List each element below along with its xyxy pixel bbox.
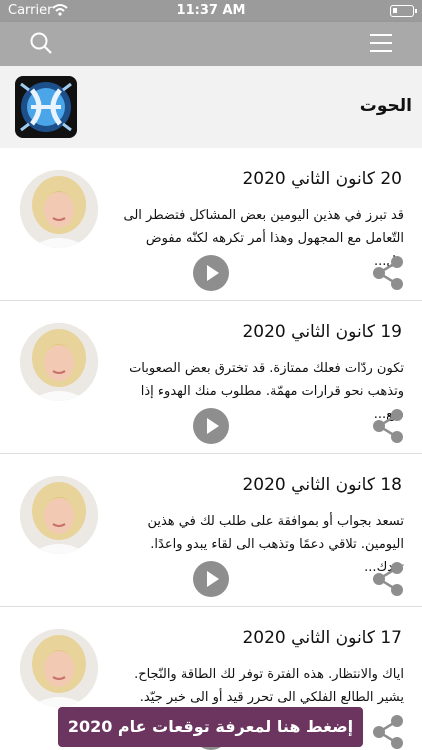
astrologer-avatar — [20, 629, 98, 707]
item-description: قد تبرز في هذين اليومين بعض المشاكل فتضط… — [123, 208, 404, 269]
item-description: تسعد بجواب أو بموافقة على طلب لك في هذين… — [147, 514, 404, 575]
horoscope-list: 20 كانون الثاني 2020 قد تبرز في هذين الي… — [0, 148, 422, 750]
list-item[interactable]: 20 كانون الثاني 2020 قد تبرز في هذين الي… — [0, 148, 422, 301]
sign-title: الحوت — [359, 96, 412, 116]
list-item[interactable]: 19 كانون الثاني 2020 تكون ردّات فعلك ممت… — [0, 301, 422, 454]
hamburger-menu-icon[interactable] — [370, 34, 392, 52]
battery-icon — [390, 5, 417, 17]
item-date: 18 كانون الثاني 2020 — [242, 475, 402, 495]
play-icon[interactable] — [193, 408, 229, 444]
share-icon[interactable] — [370, 254, 406, 292]
forecast-2020-button[interactable]: إضغط هنا لمعرفة توقعات عام 2020 — [58, 707, 363, 747]
share-icon[interactable] — [370, 560, 406, 598]
search-icon[interactable] — [28, 30, 54, 56]
item-date: 20 كانون الثاني 2020 — [242, 169, 402, 189]
astrologer-avatar — [20, 476, 98, 554]
list-item[interactable]: 18 كانون الثاني 2020 تسعد بجواب أو بمواف… — [0, 454, 422, 607]
pisces-sign-icon — [15, 76, 77, 138]
item-date: 19 كانون الثاني 2020 — [242, 322, 402, 342]
item-description: اياك والانتظار. هذه الفترة توفر لك الطاق… — [134, 667, 404, 705]
top-nav-bar — [0, 22, 422, 66]
item-description: تكون ردّات فعلك ممتازة. قد تخترق بعض الص… — [129, 361, 404, 422]
play-icon[interactable] — [193, 255, 229, 291]
astrologer-avatar — [20, 170, 98, 248]
status-time: 11:37 AM — [176, 3, 246, 18]
item-date: 17 كانون الثاني 2020 — [242, 628, 402, 648]
status-bar: Carrier 11:37 AM — [0, 0, 422, 22]
astrologer-avatar — [20, 323, 98, 401]
play-icon[interactable] — [193, 561, 229, 597]
sign-header: الحوت — [0, 66, 422, 148]
share-icon[interactable] — [370, 407, 406, 445]
share-icon[interactable] — [370, 713, 406, 750]
